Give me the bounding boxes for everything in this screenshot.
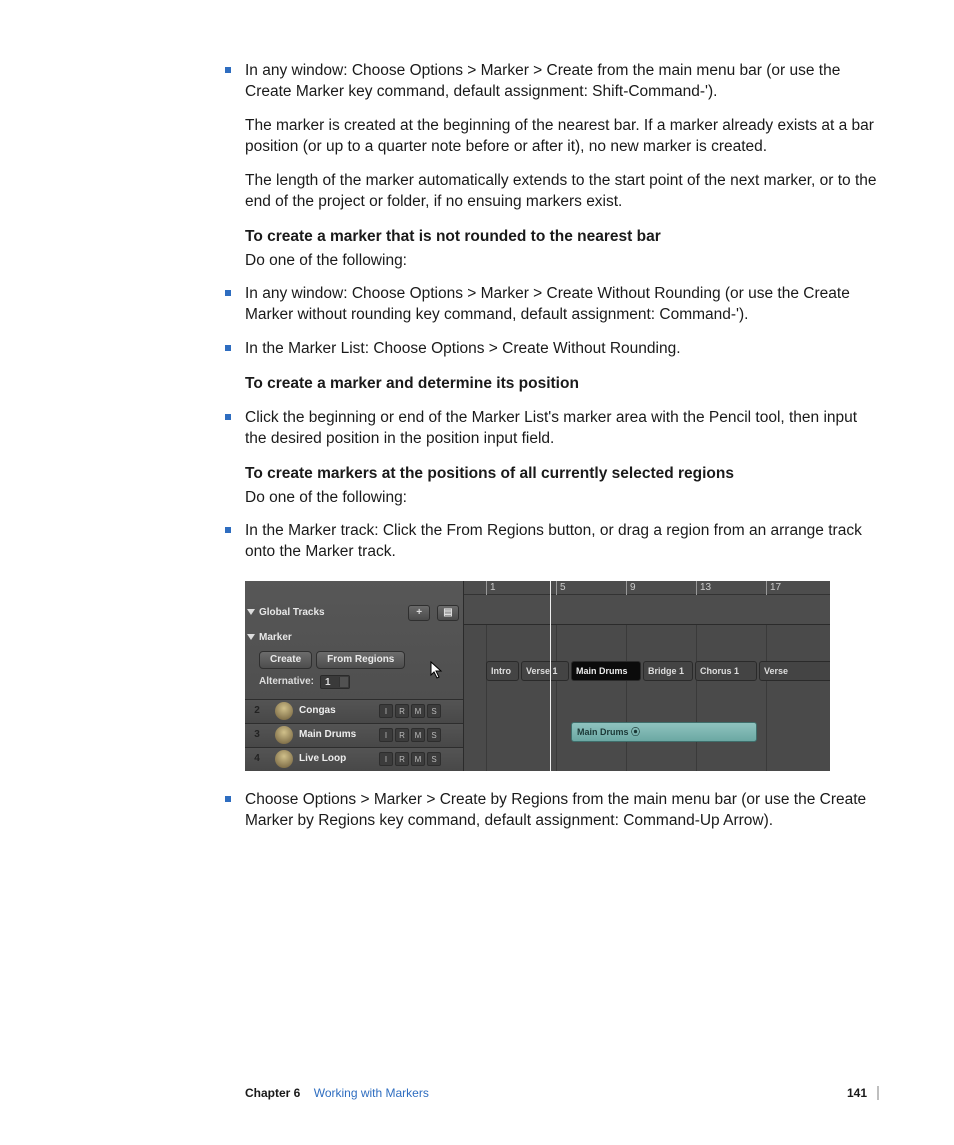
paragraph: Do one of the following: bbox=[245, 487, 879, 508]
marker-block[interactable]: Chorus 1 bbox=[695, 661, 757, 681]
playhead[interactable] bbox=[550, 581, 551, 771]
from-regions-button[interactable]: From Regions bbox=[316, 651, 405, 669]
bullet-item: In any window: Choose Options > Marker >… bbox=[245, 283, 879, 326]
marker-block[interactable]: Verse bbox=[759, 661, 830, 681]
logic-screenshot: Global Tracks + ▤ Marker Create From Reg… bbox=[245, 581, 830, 771]
bullet-text: Click the beginning or end of the Marker… bbox=[245, 407, 879, 450]
mute-button[interactable]: M bbox=[411, 752, 425, 766]
bullet-item: In the Marker track: Click the From Regi… bbox=[245, 520, 879, 771]
bullet-text: In the Marker track: Click the From Regi… bbox=[245, 520, 879, 563]
bullet-item: In any window: Choose Options > Marker >… bbox=[245, 60, 879, 271]
chapter-label: Chapter 6 bbox=[245, 1086, 300, 1100]
bullet-text: In any window: Choose Options > Marker >… bbox=[245, 60, 879, 103]
marker-block-selected[interactable]: Main Drums bbox=[571, 661, 641, 681]
disclosure-triangle-icon[interactable] bbox=[247, 634, 255, 640]
list-button[interactable]: ▤ bbox=[437, 605, 459, 621]
mute-button[interactable]: M bbox=[411, 704, 425, 718]
page-footer: Chapter 6 Working with Markers 141 bbox=[245, 1086, 879, 1100]
marker-block[interactable]: Verse 1 bbox=[521, 661, 569, 681]
chapter-title: Working with Markers bbox=[314, 1086, 429, 1100]
heading-bold: To create markers at the positions of al… bbox=[245, 463, 879, 484]
global-tracks-label: Global Tracks bbox=[259, 607, 325, 618]
solo-button[interactable]: S bbox=[427, 704, 441, 718]
add-button[interactable]: + bbox=[408, 605, 430, 621]
track-row[interactable]: 2 Congas I R M S bbox=[245, 699, 463, 723]
track-row[interactable]: 4 Live Loop I R M S bbox=[245, 747, 463, 771]
bullet-text: In the Marker List: Choose Options > Cre… bbox=[245, 338, 879, 359]
disclosure-triangle-icon[interactable] bbox=[247, 609, 255, 615]
input-button[interactable]: I bbox=[379, 704, 393, 718]
paragraph: The marker is created at the beginning o… bbox=[245, 115, 879, 158]
marker-block[interactable]: Bridge 1 bbox=[643, 661, 693, 681]
mute-button[interactable]: M bbox=[411, 728, 425, 742]
drum-icon bbox=[275, 702, 293, 720]
record-button[interactable]: R bbox=[395, 752, 409, 766]
alternative-label: Alternative: bbox=[259, 675, 314, 689]
cursor-icon bbox=[430, 661, 444, 679]
input-button[interactable]: I bbox=[379, 728, 393, 742]
heading-bold: To create a marker and determine its pos… bbox=[245, 373, 879, 394]
page-number: 141 bbox=[847, 1086, 867, 1100]
bullet-item: Click the beginning or end of the Marker… bbox=[245, 407, 879, 509]
marker-block[interactable]: Intro bbox=[486, 661, 519, 681]
solo-button[interactable]: S bbox=[427, 728, 441, 742]
bullet-text: Choose Options > Marker > Create by Regi… bbox=[245, 789, 879, 832]
bullet-item: Choose Options > Marker > Create by Regi… bbox=[245, 789, 879, 832]
input-button[interactable]: I bbox=[379, 752, 393, 766]
track-row[interactable]: 3 Main Drums I R M S bbox=[245, 723, 463, 747]
alternative-stepper[interactable]: 1 bbox=[320, 675, 350, 689]
solo-button[interactable]: S bbox=[427, 752, 441, 766]
paragraph: Do one of the following: bbox=[245, 250, 879, 271]
marker-label: Marker bbox=[259, 632, 292, 643]
paragraph: The length of the marker automatically e… bbox=[245, 170, 879, 213]
bullet-item: In the Marker List: Choose Options > Cre… bbox=[245, 338, 879, 395]
record-button[interactable]: R bbox=[395, 728, 409, 742]
timeline-ruler[interactable]: 1 5 9 13 17 bbox=[464, 581, 830, 625]
audio-region[interactable]: Main Drums ⦿ bbox=[571, 722, 757, 742]
drum-icon bbox=[275, 750, 293, 768]
record-button[interactable]: R bbox=[395, 704, 409, 718]
create-button[interactable]: Create bbox=[259, 651, 312, 669]
bullet-text: In any window: Choose Options > Marker >… bbox=[245, 283, 879, 326]
drum-icon bbox=[275, 726, 293, 744]
heading-bold: To create a marker that is not rounded t… bbox=[245, 226, 879, 247]
